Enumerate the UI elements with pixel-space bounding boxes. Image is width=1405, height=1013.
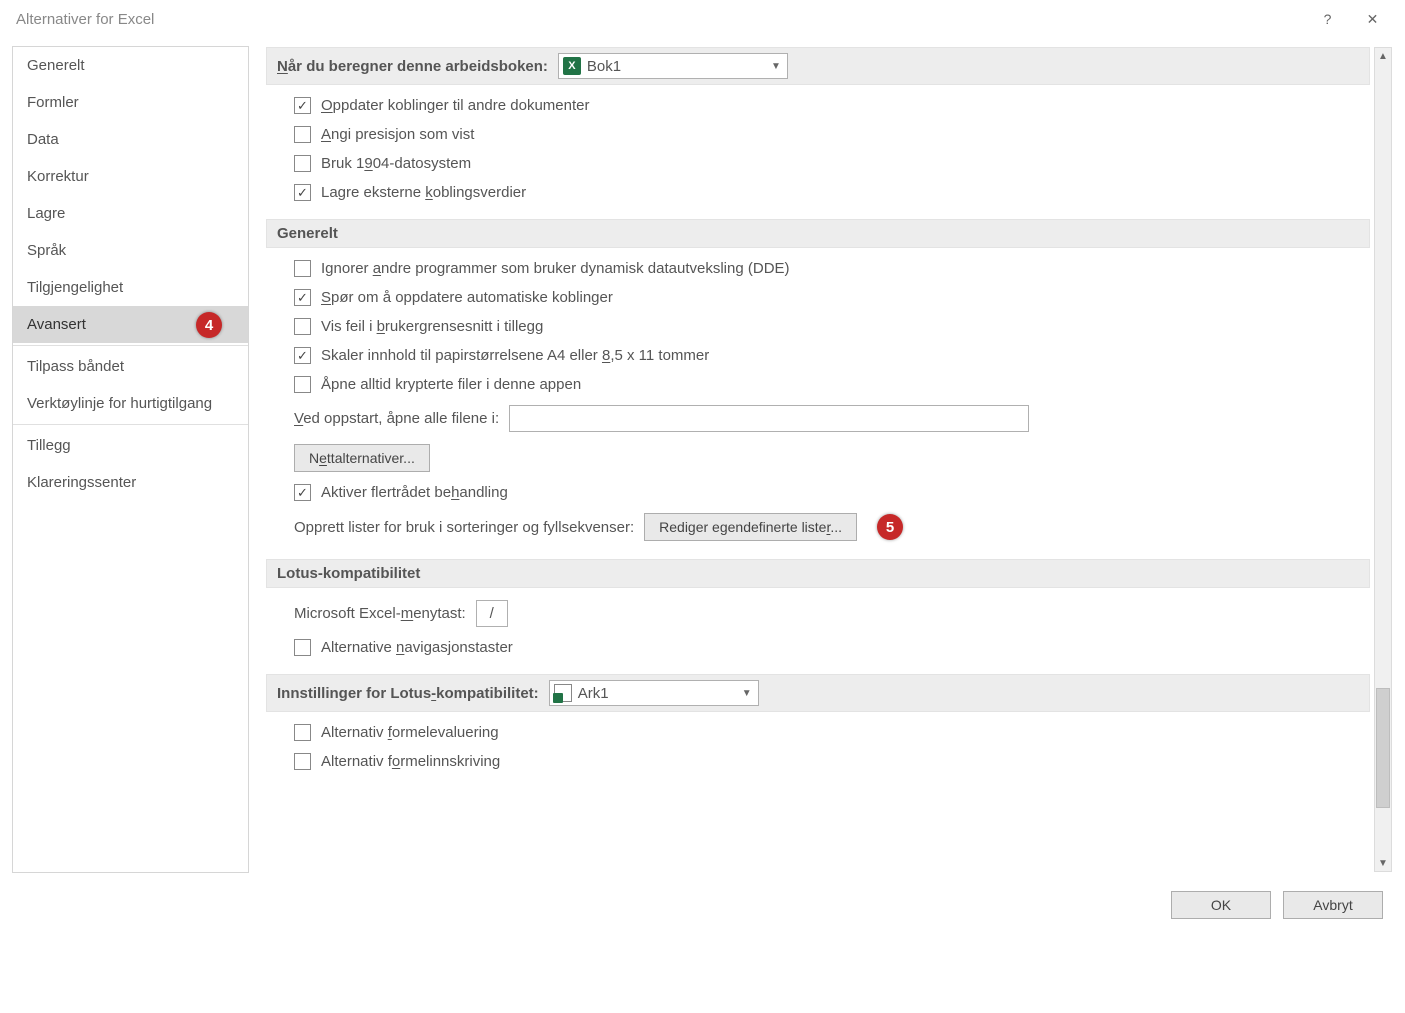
section-header-calc: Når du beregner denne arbeidsboken: X Bo… xyxy=(266,47,1370,85)
sidebar-separator xyxy=(13,424,248,425)
checkbox-multithreaded[interactable]: Aktiver flertrådet behandling xyxy=(294,484,1360,501)
help-button[interactable]: ? xyxy=(1305,0,1350,38)
sidebar-item-generelt[interactable]: Generelt xyxy=(13,47,248,84)
checkbox-ask-update-links[interactable]: Spør om å oppdatere automatiske koblinge… xyxy=(294,289,1360,306)
workbook-combo[interactable]: X Bok1 ▼ xyxy=(558,53,788,79)
sidebar-separator xyxy=(13,345,248,346)
sidebar-item-korrektur[interactable]: Korrektur xyxy=(13,158,248,195)
checkbox-open-encrypted[interactable]: Åpne alltid krypterte filer i denne appe… xyxy=(294,376,1360,393)
sidebar-item-avansert[interactable]: Avansert 4 xyxy=(13,306,248,343)
close-button[interactable]: ✕ xyxy=(1350,0,1395,38)
checkbox-save-external[interactable]: Lagre eksterne koblingsverdier xyxy=(294,184,1360,201)
checkbox-icon xyxy=(294,155,311,172)
chevron-down-icon: ▼ xyxy=(742,688,752,699)
sidebar: Generelt Formler Data Korrektur Lagre Sp… xyxy=(12,46,249,873)
section-header-general: Generelt xyxy=(266,219,1370,248)
annotation-badge-4: 4 xyxy=(196,312,222,338)
checkbox-1904-date[interactable]: Bruk 1904-datosystem xyxy=(294,155,1360,172)
menukey-input[interactable]: / xyxy=(476,600,508,627)
checkbox-icon xyxy=(294,347,311,364)
startup-folder-row: Ved oppstart, åpne alle filene i: xyxy=(294,405,1360,432)
sidebar-item-formler[interactable]: Formler xyxy=(13,84,248,121)
ok-button[interactable]: OK xyxy=(1171,891,1271,919)
checkbox-icon xyxy=(294,639,311,656)
scroll-thumb[interactable] xyxy=(1376,688,1390,808)
checkbox-show-ui-errors[interactable]: Vis feil i brukergrensesnitt i tillegg xyxy=(294,318,1360,335)
sheet-combo-value: Ark1 xyxy=(578,685,609,702)
sidebar-item-data[interactable]: Data xyxy=(13,121,248,158)
chevron-down-icon: ▼ xyxy=(771,61,781,72)
checkbox-icon xyxy=(294,260,311,277)
sidebar-item-sprak[interactable]: Språk xyxy=(13,232,248,269)
checkbox-update-links[interactable]: Oppdater koblinger til andre dokumenter xyxy=(294,97,1360,114)
content-wrap: Når du beregner denne arbeidsboken: X Bo… xyxy=(265,46,1393,873)
checkbox-icon xyxy=(294,184,311,201)
section-body-lotus-settings: Alternativ formelevaluering Alternativ f… xyxy=(266,712,1370,788)
custom-lists-row: Opprett lister for bruk i sorteringer og… xyxy=(294,513,1360,541)
section-header-lotus-settings: Innstillinger for Lotus-kompatibilitet: … xyxy=(266,674,1370,712)
checkbox-icon xyxy=(294,484,311,501)
checkbox-ignore-dde[interactable]: Ignorer andre programmer som bruker dyna… xyxy=(294,260,1360,277)
section-body-lotus: Microsoft Excel-menytast: / Alternative … xyxy=(266,588,1370,674)
checkbox-icon xyxy=(294,753,311,770)
checkbox-icon xyxy=(294,97,311,114)
section-header-lotus: Lotus-kompatibilitet xyxy=(266,559,1370,588)
section-header-calc-label: Når du beregner denne arbeidsboken: xyxy=(277,58,548,75)
sidebar-item-lagre[interactable]: Lagre xyxy=(13,195,248,232)
checkbox-icon xyxy=(294,289,311,306)
workbook-combo-value: Bok1 xyxy=(587,58,621,75)
checkbox-icon xyxy=(294,126,311,143)
web-options-button[interactable]: Nettalternativer... xyxy=(294,444,430,472)
sidebar-item-klareringssenter[interactable]: Klareringssenter xyxy=(13,464,248,501)
custom-lists-label: Opprett lister for bruk i sorteringer og… xyxy=(294,519,634,536)
checkbox-icon xyxy=(294,318,311,335)
sheet-combo[interactable]: Ark1 ▼ xyxy=(549,680,759,706)
window-title: Alternativer for Excel xyxy=(10,11,1305,28)
sidebar-item-verktoylinje[interactable]: Verktøylinje for hurtigtilgang xyxy=(13,385,248,422)
edit-custom-lists-button[interactable]: Rediger egendefinerte lister... xyxy=(644,513,857,541)
checkbox-icon xyxy=(294,376,311,393)
checkbox-alt-formula-entry[interactable]: Alternativ formelinnskriving xyxy=(294,753,1360,770)
menukey-row: Microsoft Excel-menytast: / xyxy=(294,600,1360,627)
excel-icon: X xyxy=(563,57,581,75)
sidebar-item-tillegg[interactable]: Tillegg xyxy=(13,427,248,464)
sidebar-item-tilpass-bandet[interactable]: Tilpass båndet xyxy=(13,348,248,385)
titlebar: Alternativer for Excel ? ✕ xyxy=(0,0,1405,38)
cancel-button[interactable]: Avbryt xyxy=(1283,891,1383,919)
sheet-icon xyxy=(554,684,572,702)
vertical-scrollbar[interactable]: ▲ ▼ xyxy=(1374,47,1392,872)
checkbox-precision[interactable]: Angi presisjon som vist xyxy=(294,126,1360,143)
scroll-down-icon[interactable]: ▼ xyxy=(1375,855,1391,871)
annotation-badge-5: 5 xyxy=(877,514,903,540)
main-area: Generelt Formler Data Korrektur Lagre Sp… xyxy=(0,38,1405,873)
startup-folder-input[interactable] xyxy=(509,405,1029,432)
content-panel: Når du beregner denne arbeidsboken: X Bo… xyxy=(266,47,1374,872)
dialog-footer: OK Avbryt xyxy=(0,873,1405,937)
sidebar-item-tilgjengelighet[interactable]: Tilgjengelighet xyxy=(13,269,248,306)
web-options-row: Nettalternativer... xyxy=(294,444,1360,472)
checkbox-icon xyxy=(294,724,311,741)
section-body-general: Ignorer andre programmer som bruker dyna… xyxy=(266,248,1370,559)
checkbox-alt-nav[interactable]: Alternative navigasjonstaster xyxy=(294,639,1360,656)
checkbox-alt-formula-eval[interactable]: Alternativ formelevaluering xyxy=(294,724,1360,741)
section-body-calc: Oppdater koblinger til andre dokumenter … xyxy=(266,85,1370,219)
section-header-lotus-settings-label: Innstillinger for Lotus-kompatibilitet: xyxy=(277,685,539,702)
scroll-up-icon[interactable]: ▲ xyxy=(1375,48,1391,64)
checkbox-scale-a4[interactable]: Skaler innhold til papirstørrelsene A4 e… xyxy=(294,347,1360,364)
